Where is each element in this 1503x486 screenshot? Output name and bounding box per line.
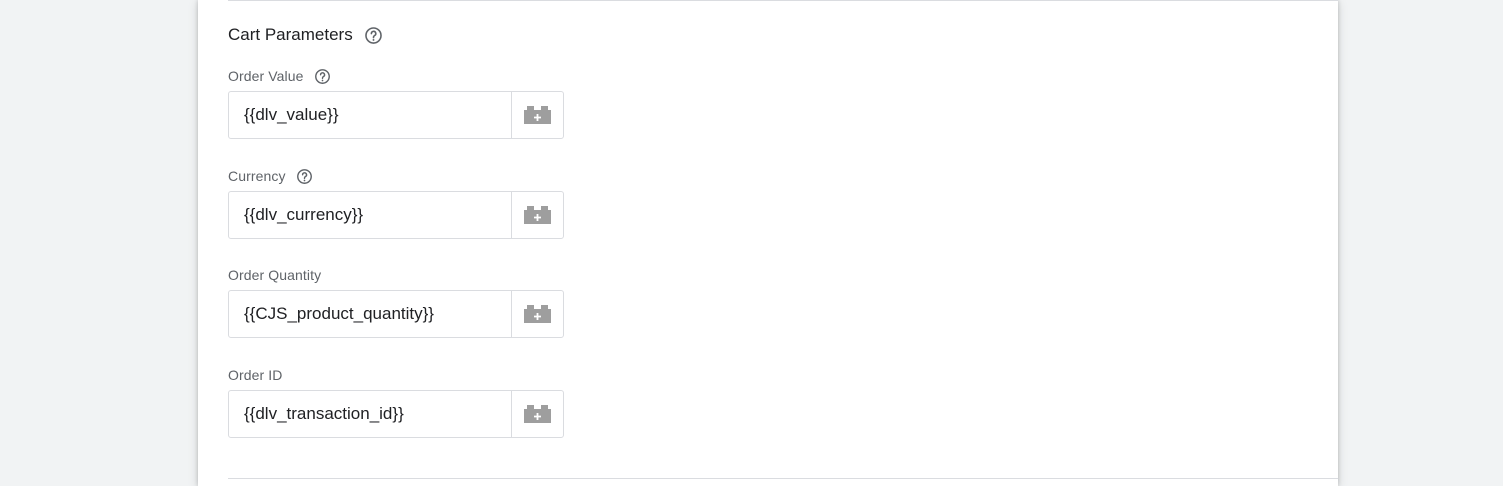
add-variable-brick-icon bbox=[524, 405, 551, 423]
field-label-row: Order Value bbox=[228, 66, 331, 86]
currency-label: Currency bbox=[228, 168, 286, 184]
add-variable-brick-icon bbox=[524, 305, 551, 323]
order-value-label: Order Value bbox=[228, 68, 304, 84]
order-value-variable-button[interactable] bbox=[511, 92, 563, 138]
section-divider-bottom bbox=[228, 478, 1338, 479]
order-id-label: Order ID bbox=[228, 367, 283, 383]
help-circle-icon[interactable] bbox=[296, 168, 313, 185]
currency-variable-button[interactable] bbox=[511, 192, 563, 238]
order-quantity-label: Order Quantity bbox=[228, 267, 322, 283]
order-value-input-group: {{dlv_value}} bbox=[228, 91, 564, 139]
order-id-input-group: {{dlv_transaction_id}} bbox=[228, 390, 564, 438]
help-circle-icon[interactable] bbox=[364, 26, 383, 45]
order-quantity-input-group: {{CJS_product_quantity}} bbox=[228, 290, 564, 338]
section-header: Cart Parameters bbox=[228, 25, 383, 45]
currency-input[interactable]: {{dlv_currency}} bbox=[229, 192, 511, 238]
order-id-variable-button[interactable] bbox=[511, 391, 563, 437]
order-quantity-input[interactable]: {{CJS_product_quantity}} bbox=[229, 291, 511, 337]
section-title: Cart Parameters bbox=[228, 25, 353, 44]
add-variable-brick-icon bbox=[524, 106, 551, 124]
field-label-row: Order Quantity bbox=[228, 265, 321, 285]
currency-input-group: {{dlv_currency}} bbox=[228, 191, 564, 239]
order-quantity-field: Order Quantity {{CJS_product_quantity}} bbox=[228, 265, 564, 338]
field-label-row: Currency bbox=[228, 166, 313, 186]
section-divider-top bbox=[228, 0, 1338, 1]
cart-parameters-card: Cart Parameters Order Value {{dlv_value}… bbox=[198, 0, 1338, 486]
order-id-input[interactable]: {{dlv_transaction_id}} bbox=[229, 391, 511, 437]
order-value-input[interactable]: {{dlv_value}} bbox=[229, 92, 511, 138]
order-quantity-variable-button[interactable] bbox=[511, 291, 563, 337]
field-label-row: Order ID bbox=[228, 365, 282, 385]
add-variable-brick-icon bbox=[524, 206, 551, 224]
currency-field: Currency {{dlv_currency}} bbox=[228, 166, 564, 239]
help-circle-icon[interactable] bbox=[314, 68, 331, 85]
order-value-field: Order Value {{dlv_value}} bbox=[228, 66, 564, 139]
order-id-field: Order ID {{dlv_transaction_id}} bbox=[228, 365, 564, 438]
